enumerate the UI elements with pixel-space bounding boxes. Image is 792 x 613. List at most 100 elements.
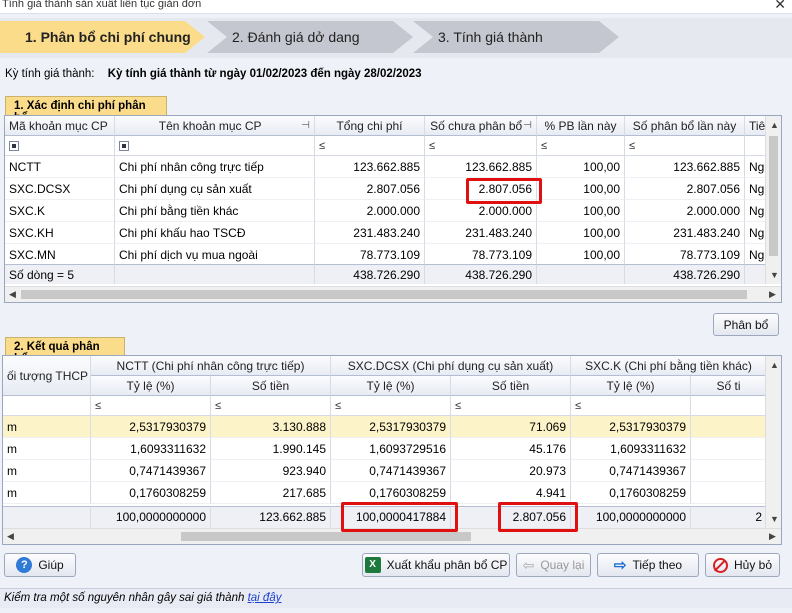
cell-pct[interactable]: 100,00	[537, 178, 625, 200]
cell-name[interactable]: Chi phí dịch vụ mua ngoài	[115, 244, 315, 266]
subcol-amount[interactable]: Số tiền	[451, 376, 571, 396]
filter-unallocated[interactable]: ≤	[425, 136, 537, 156]
filter-total[interactable]: ≤	[315, 136, 425, 156]
cell-basis[interactable]: Ngu	[745, 222, 767, 244]
cell-value[interactable]	[691, 416, 767, 438]
col-header-pct[interactable]: % PB lần này	[537, 116, 625, 136]
cell-name[interactable]: Chi phí nhân công trực tiếp	[115, 156, 315, 178]
cell-name[interactable]: Chi phí dụng cụ sản xuất	[115, 178, 315, 200]
scroll-right-icon[interactable]: ▶	[769, 289, 776, 300]
cell-pct[interactable]: 100,00	[537, 244, 625, 266]
wizard-step-wip[interactable]: 2. Đánh giá dở dang	[207, 21, 413, 53]
status-link[interactable]: tại đây	[248, 592, 282, 604]
cell-basis[interactable]: Ngu	[745, 178, 767, 200]
wizard-step-allocate[interactable]: 1. Phân bổ chi phí chung	[0, 21, 205, 53]
cell-unallocated[interactable]: 123.662.885	[425, 156, 537, 178]
scroll-thumb[interactable]	[769, 136, 778, 256]
pin-icon[interactable]: ⊣	[301, 116, 310, 135]
close-icon[interactable]: ✕	[774, 0, 786, 13]
cell-basis[interactable]: Ngu	[745, 244, 767, 266]
subcol-rate[interactable]: Tỷ lệ (%)	[91, 376, 211, 396]
cell-total[interactable]: 2.807.056	[315, 178, 425, 200]
filter-pct[interactable]: ≤	[537, 136, 625, 156]
cell-total[interactable]: 231.483.240	[315, 222, 425, 244]
cell-value[interactable]: 2,5317930379	[91, 416, 211, 438]
cell-code[interactable]: SXC.K	[5, 200, 115, 222]
filter-cell[interactable]: ≤	[91, 396, 211, 416]
filter-cell[interactable]: ≤	[331, 396, 451, 416]
cell-basis[interactable]: Ngu	[745, 200, 767, 222]
cell-name[interactable]: Chi phí khấu hao TSCĐ	[115, 222, 315, 244]
cell-name[interactable]: Chi phí bằng tiền khác	[115, 200, 315, 222]
cell-total[interactable]: 2.000.000	[315, 200, 425, 222]
cell-value[interactable]: 0,7471439367	[571, 460, 691, 482]
cell-value[interactable]: 0,7471439367	[91, 460, 211, 482]
cell-allocated[interactable]: 231.483.240	[625, 222, 745, 244]
table-row[interactable]: m 0,7471439367 923.940 0,7471439367 20.973 0,…	[3, 460, 767, 482]
cell-unallocated[interactable]: 2.000.000	[425, 200, 537, 222]
scroll-up-icon[interactable]: ▲	[770, 120, 779, 130]
filter-checkbox-icon[interactable]	[9, 141, 19, 152]
scroll-down-icon[interactable]: ▼	[770, 270, 779, 280]
filter-cell[interactable]	[691, 396, 767, 416]
table-row[interactable]: NCTT Chi phí nhân công trực tiếp 123.662.8…	[5, 156, 767, 178]
col-header-object[interactable]: ối tượng THCP	[3, 356, 91, 396]
scroll-left-icon[interactable]: ◀	[9, 289, 16, 300]
table-row[interactable]: m 0,1760308259 217.685 0,1760308259 4.941 0,1…	[3, 482, 767, 504]
col-header-allocated[interactable]: Số phân bổ lần này	[625, 116, 745, 136]
cell-pct[interactable]: 100,00	[537, 156, 625, 178]
vertical-scrollbar[interactable]: ▲ ▼	[765, 116, 781, 284]
filter-cell[interactable]: ≤	[571, 396, 691, 416]
scroll-down-icon[interactable]: ▼	[770, 514, 779, 524]
subcol-amount[interactable]: Số tiền	[211, 376, 331, 396]
cell-value[interactable]: 923.940	[211, 460, 331, 482]
col-header-code[interactable]: Mã khoản mục CP⊣	[5, 116, 115, 136]
back-button[interactable]: ⇦ Quay lại	[516, 553, 591, 577]
horizontal-scrollbar[interactable]: ◀ ▶	[3, 528, 781, 544]
allocate-button[interactable]: Phân bổ	[713, 313, 779, 336]
subcol-rate[interactable]: Tỷ lệ (%)	[571, 376, 691, 396]
cell-value[interactable]: 0,7471439367	[331, 460, 451, 482]
filter-name[interactable]	[115, 136, 315, 156]
cancel-button[interactable]: Hủy bỏ	[705, 553, 780, 577]
next-button[interactable]: ⇨ Tiếp theo	[597, 553, 699, 577]
cell-value[interactable]: 4.941	[451, 482, 571, 504]
table-row[interactable]: SXC.KH Chi phí khấu hao TSCĐ 231.483.240 23…	[5, 222, 767, 244]
horizontal-scrollbar[interactable]: ◀ ▶	[5, 286, 781, 302]
table-row[interactable]: SXC.MN Chi phí dịch vụ mua ngoài 78.773.10…	[5, 244, 767, 266]
export-button[interactable]: X Xuất khẩu phân bổ CP	[362, 553, 510, 577]
cell-value[interactable]: 0,1760308259	[331, 482, 451, 504]
group-header-dcsx[interactable]: SXC.DCSX (Chi phí dụng cụ sản xuất)	[331, 356, 571, 376]
cell-value[interactable]: 0,1760308259	[571, 482, 691, 504]
scroll-right-icon[interactable]: ▶	[769, 531, 776, 542]
cell-value[interactable]: 45.176	[451, 438, 571, 460]
cell-value[interactable]: 1,6093311632	[91, 438, 211, 460]
table-row[interactable]: SXC.DCSX Chi phí dụng cụ sản xuất 2.807.05…	[5, 178, 767, 200]
cell-value[interactable]: 71.069	[451, 416, 571, 438]
cell-value[interactable]	[691, 482, 767, 504]
cell-unallocated[interactable]: 231.483.240	[425, 222, 537, 244]
cell-object[interactable]: m	[3, 460, 91, 482]
cell-code[interactable]: SXC.KH	[5, 222, 115, 244]
filter-cell[interactable]: ≤	[451, 396, 571, 416]
cell-value[interactable]: 2,5317930379	[331, 416, 451, 438]
pin-icon[interactable]: ⊣	[523, 116, 532, 135]
cell-value[interactable]: 2,5317930379	[571, 416, 691, 438]
cell-unallocated[interactable]: 2.807.056	[425, 178, 537, 200]
cell-object[interactable]: m	[3, 482, 91, 504]
cell-pct[interactable]: 100,00	[537, 222, 625, 244]
cell-value[interactable]: 3.130.888	[211, 416, 331, 438]
filter-checkbox-icon[interactable]	[119, 141, 129, 152]
vertical-scrollbar[interactable]: ▲ ▼	[765, 356, 781, 528]
group-header-k[interactable]: SXC.K (Chi phí bằng tiền khác)	[571, 356, 767, 376]
filter-allocated[interactable]: ≤	[625, 136, 745, 156]
table-row[interactable]: m 1,6093311632 1.990.145 1,6093729516 45.176…	[3, 438, 767, 460]
cell-unallocated[interactable]: 78.773.109	[425, 244, 537, 266]
cell-code[interactable]: SXC.MN	[5, 244, 115, 266]
filter-cell[interactable]: ≤	[211, 396, 331, 416]
col-header-basis[interactable]: Tiêu	[745, 116, 767, 136]
cell-allocated[interactable]: 2.807.056	[625, 178, 745, 200]
scroll-thumb[interactable]	[21, 290, 747, 299]
help-button[interactable]: ? Giúp	[4, 553, 76, 577]
col-header-unallocated[interactable]: Số chưa phân bổ ⊣	[425, 116, 537, 136]
